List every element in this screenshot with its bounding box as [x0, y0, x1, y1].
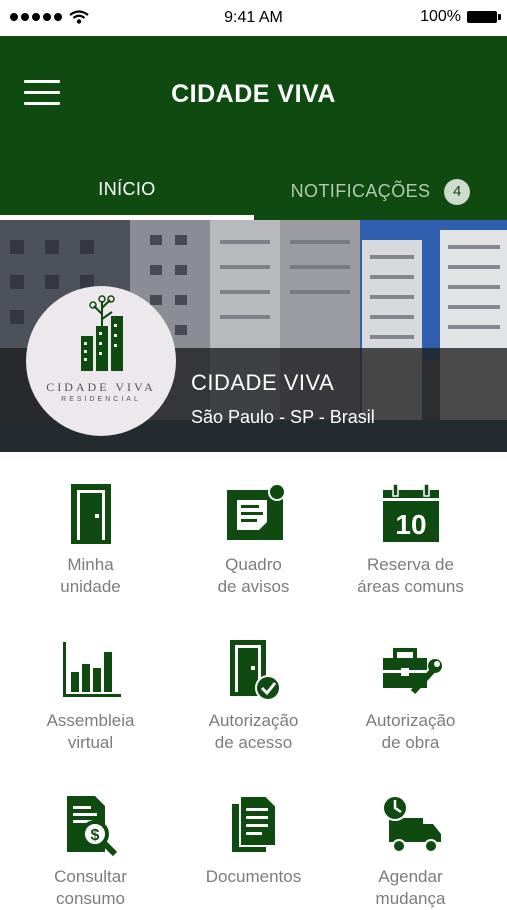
svg-text:$: $: [90, 827, 99, 844]
battery-icon: [467, 11, 501, 23]
invoice-search-icon: $: [66, 796, 117, 857]
battery-percent: 100%: [420, 8, 461, 25]
door-check-icon: [229, 640, 281, 701]
menu-grid: Minha unidade Quadro de avisos 10 Reserva …: [0, 452, 507, 908]
tab-inicio-label: INÍCIO: [98, 179, 156, 199]
menu-consultar-consumo[interactable]: $ Consultar consumo: [6, 794, 175, 910]
condo-name: CIDADE VIVA: [191, 370, 335, 395]
menu-label: Agendar: [378, 867, 443, 886]
menu-label: unidade: [60, 577, 121, 596]
menu-reserva-areas-comuns[interactable]: 10 Reserva de áreas comuns: [326, 482, 495, 598]
menu-label: Consultar: [54, 867, 127, 886]
menu-label: Autorização: [208, 711, 299, 730]
menu-label: de avisos: [217, 577, 290, 596]
menu-autorizacao-obra[interactable]: Autorização de obra: [326, 638, 495, 754]
condo-logo: CIDADE VIVA RESIDENCIAL: [26, 286, 176, 436]
menu-label: Quadro: [225, 555, 282, 574]
menu-label: Minha: [67, 555, 114, 574]
menu-agendar-mudanca[interactable]: Agendar mudança: [326, 794, 495, 910]
logo-name: CIDADE VIVA: [46, 380, 156, 394]
tab-notificacoes[interactable]: NOTIFICAÇÕES 4: [254, 179, 507, 205]
notification-badge: 4: [444, 179, 471, 205]
tab-inicio[interactable]: INÍCIO: [0, 179, 254, 200]
menu-assembleia-virtual[interactable]: Assembleia virtual: [6, 638, 175, 754]
menu-label: consumo: [56, 889, 125, 908]
menu-minha-unidade[interactable]: Minha unidade: [6, 482, 175, 598]
building-tree-logo-icon: [81, 295, 123, 371]
menu-label: Reserva de: [367, 555, 454, 574]
documents-icon: [231, 795, 277, 852]
page-title: CIDADE VIVA: [171, 80, 336, 108]
calendar-day: 10: [395, 509, 426, 540]
app-bar: CIDADE VIVA INÍCIO NOTIFICAÇÕES 4: [0, 36, 507, 220]
condo-location: São Paulo - SP - Brasil: [191, 407, 375, 427]
calendar-icon: 10: [382, 483, 439, 542]
condo-banner[interactable]: CIDADE VIVA RESIDENCIAL CIDADE VIVA São …: [0, 220, 507, 452]
tab-notificacoes-label: NOTIFICAÇÕES: [290, 180, 431, 201]
menu-label: de obra: [381, 733, 440, 752]
menu-label: de acesso: [214, 733, 293, 752]
door-icon: [70, 484, 111, 544]
menu-quadro-de-avisos[interactable]: Quadro de avisos: [169, 482, 338, 598]
notice-board-icon: [226, 483, 286, 540]
menu-label: áreas comuns: [357, 577, 464, 596]
menu-label: Assembleia: [46, 711, 135, 730]
menu-documentos[interactable]: Documentos: [169, 794, 338, 888]
menu-label: mudança: [375, 889, 446, 908]
status-bar: 9:41 AM 100%: [0, 0, 507, 36]
moving-truck-icon: [381, 795, 441, 853]
logo-subtitle: RESIDENCIAL: [61, 396, 141, 403]
menu-label: Autorização: [365, 711, 456, 730]
bar-chart-icon: [62, 642, 121, 697]
menu-autorizacao-acesso[interactable]: Autorização de acesso: [169, 638, 338, 754]
toolbox-icon: [382, 648, 442, 695]
menu-label: Documentos: [205, 867, 302, 886]
menu-label: virtual: [67, 733, 114, 752]
